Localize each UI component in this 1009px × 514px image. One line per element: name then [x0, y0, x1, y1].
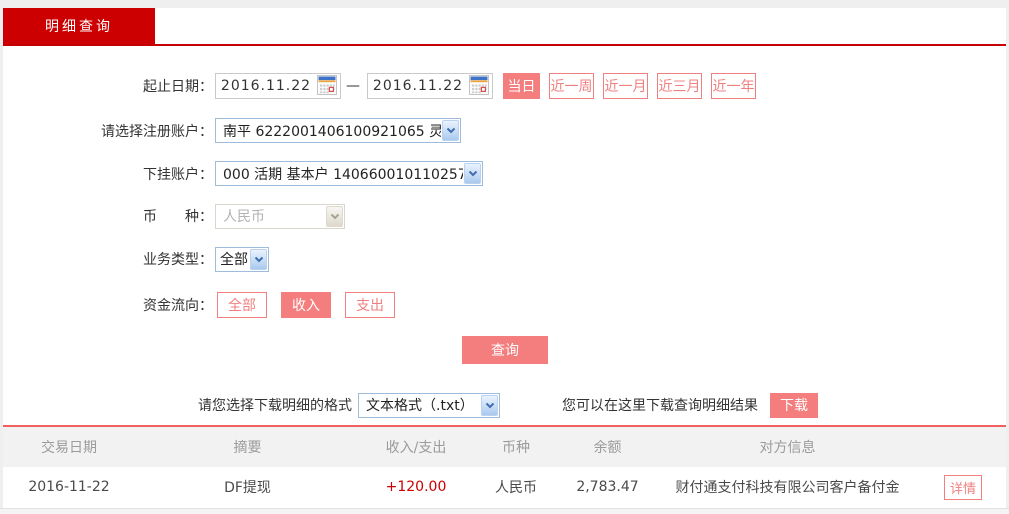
business-type-label: 业务类型：	[143, 252, 213, 268]
cell-amount: +120.00	[385, 479, 447, 495]
register-account-row: 请选择注册账户： 南平 6222001406100921065 灵通卡	[0, 118, 461, 143]
bottom-border	[0, 508, 1009, 514]
quick-range-week-button[interactable]: 近一周	[549, 73, 594, 99]
currency-label: 币 种：	[143, 209, 213, 225]
sub-account-select[interactable]: 000 活期 基本户 1406600101102571848	[215, 161, 483, 186]
cell-currency: 人民币	[495, 480, 537, 496]
date-range-row: 起止日期： 2016.11.22 — 2016.11.22 当日 近一周 近一月…	[0, 72, 756, 100]
chevron-down-icon[interactable]	[442, 120, 459, 141]
end-date-value: 2016.11.22	[372, 78, 464, 94]
table-header-row: 交易日期 摘要 收入/支出 币种 余额 对方信息	[3, 427, 1006, 467]
currency-row: 币 种： 人民币	[0, 203, 345, 229]
date-separator: —	[346, 78, 360, 94]
download-format-label: 请您选择下载明细的格式	[198, 398, 352, 414]
table-row: 2016-11-22 DF提现 +120.00 人民币 2,783.47 财付通…	[3, 467, 1006, 507]
quick-range-today-button[interactable]: 当日	[503, 73, 540, 99]
header-currency: 币种	[502, 440, 530, 456]
cell-trade-date: 2016-11-22	[28, 479, 110, 495]
start-date-input[interactable]: 2016.11.22	[215, 73, 341, 99]
download-row: 请您选择下载明细的格式 文本格式（.txt） 您可以在这里下载查询明细结果 下载	[0, 392, 818, 418]
detail-query-page: 明细查询 起止日期： 2016.11.22 — 2016.11.22 当日 近一…	[0, 0, 1009, 514]
register-account-select[interactable]: 南平 6222001406100921065 灵通卡	[215, 118, 461, 143]
sub-account-label: 下挂账户：	[143, 166, 213, 183]
cell-counterparty: 财付通支付科技有限公司客户备付金	[675, 480, 900, 496]
fund-flow-row: 资金流向： 全部 收入 支出	[0, 292, 409, 318]
chevron-down-icon[interactable]	[464, 163, 481, 184]
fund-flow-label: 资金流向：	[143, 298, 213, 314]
fund-flow-expense-button[interactable]: 支出	[345, 292, 395, 318]
detail-button[interactable]: 详情	[944, 474, 982, 500]
end-date-calendar-icon[interactable]	[468, 75, 490, 97]
fund-flow-all-button[interactable]: 全部	[217, 292, 267, 318]
header-counterparty: 对方信息	[759, 440, 816, 456]
quick-range-month-button[interactable]: 近一月	[603, 73, 648, 99]
chevron-down-icon	[326, 205, 343, 227]
fund-flow-income-button[interactable]: 收入	[281, 292, 331, 318]
sub-account-row: 下挂账户： 000 活期 基本户 1406600101102571848	[0, 161, 483, 186]
query-button[interactable]: 查询	[462, 336, 548, 364]
download-format-select[interactable]: 文本格式（.txt）	[358, 392, 500, 418]
register-account-label: 请选择注册账户：	[101, 123, 213, 140]
end-date-input[interactable]: 2016.11.22	[367, 73, 493, 99]
register-account-value: 南平 6222001406100921065 灵通卡	[223, 123, 441, 140]
cell-action: 详情	[920, 474, 1006, 500]
date-range-label: 起止日期：	[143, 79, 213, 95]
currency-value: 人民币	[223, 209, 265, 225]
start-date-value: 2016.11.22	[220, 78, 312, 94]
header-trade-date: 交易日期	[41, 440, 97, 456]
download-button[interactable]: 下载	[770, 392, 818, 418]
quick-range-quarter-button[interactable]: 近三月	[657, 73, 702, 99]
chevron-down-icon[interactable]	[250, 248, 267, 270]
sub-account-value: 000 活期 基本户 1406600101102571848	[223, 166, 463, 183]
start-date-calendar-icon[interactable]	[316, 75, 338, 97]
header-summary: 摘要	[233, 440, 262, 456]
header-income-expense: 收入/支出	[385, 440, 447, 456]
header-balance: 余额	[593, 440, 622, 456]
business-type-row: 业务类型： 全部	[0, 246, 269, 272]
chevron-down-icon[interactable]	[481, 394, 498, 416]
download-hint-label: 您可以在这里下载查询明细结果	[562, 398, 758, 414]
business-type-value: 全部	[220, 252, 248, 268]
currency-select: 人民币	[215, 203, 345, 229]
tab-label: 明细查询	[45, 19, 113, 35]
cell-balance: 2,783.47	[576, 479, 639, 495]
tab-underline	[3, 44, 1006, 46]
download-format-value: 文本格式（.txt）	[366, 398, 474, 414]
top-border	[0, 0, 1009, 8]
tab-detail-query[interactable]: 明细查询	[3, 8, 155, 44]
quick-range-year-button[interactable]: 近一年	[711, 73, 756, 99]
business-type-select[interactable]: 全部	[215, 246, 269, 272]
cell-summary: DF提现	[224, 480, 271, 496]
